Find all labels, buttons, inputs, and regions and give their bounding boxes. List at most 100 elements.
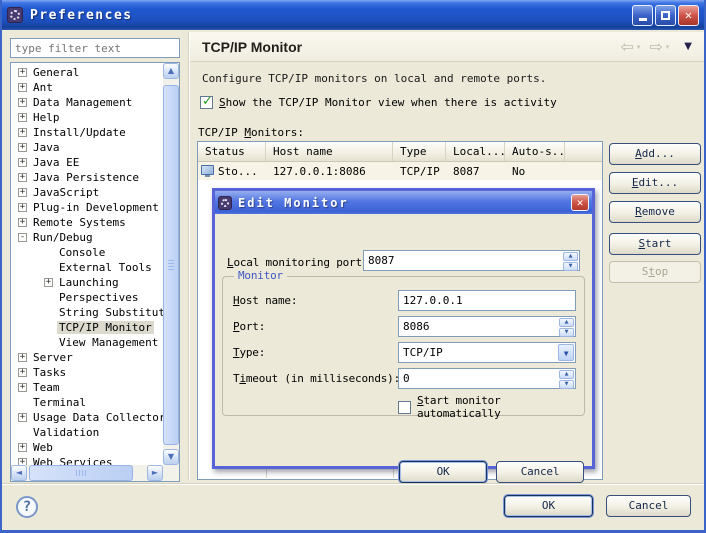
type-select-value[interactable]	[399, 343, 575, 362]
sidebar-tree-item[interactable]: + Tasks	[11, 365, 163, 380]
sidebar-tree-item[interactable]: + Ant	[11, 80, 163, 95]
scroll-up-icon[interactable]: ▲	[163, 63, 179, 79]
tree-expander-icon[interactable]: +	[18, 68, 27, 77]
type-select[interactable]: ▼	[398, 342, 576, 363]
filter-input[interactable]	[10, 38, 180, 58]
tree-item-label: Web Services	[33, 456, 113, 465]
sidebar-tree-item[interactable]: + Install/Update	[11, 125, 163, 140]
tree-expander-icon[interactable]: +	[18, 368, 27, 377]
table-column-header[interactable]: Type	[393, 142, 446, 161]
remove-button[interactable]: Remove	[609, 201, 701, 223]
sidebar-tree-item[interactable]: + JavaScript	[11, 185, 163, 200]
tree-expander-icon[interactable]: +	[18, 218, 27, 227]
help-button[interactable]: ?	[16, 496, 38, 518]
view-menu-icon[interactable]: ▼	[684, 41, 692, 52]
tree-expander-icon[interactable]: +	[18, 383, 27, 392]
spinner-down-icon[interactable]: ▼	[563, 262, 578, 271]
vertical-scroll-thumb[interactable]	[163, 85, 179, 445]
sidebar-tree-item[interactable]: + Data Management	[11, 95, 163, 110]
table-column-header[interactable]: Status	[198, 142, 266, 161]
tree-expander-icon[interactable]: +	[18, 113, 27, 122]
spinner-up-icon[interactable]: ▲	[563, 252, 578, 261]
back-icon[interactable]: ⇦	[620, 37, 633, 56]
sidebar-tree-item[interactable]: + Help	[11, 110, 163, 125]
add-button[interactable]: Add...	[609, 143, 701, 165]
maximize-button[interactable]	[655, 4, 676, 26]
sidebar-tree-item[interactable]: Terminal	[11, 395, 163, 410]
sidebar-tree-item[interactable]: + Server	[11, 350, 163, 365]
sidebar-tree-item[interactable]: + Java EE	[11, 155, 163, 170]
spinner-up-icon[interactable]: ▲	[559, 318, 574, 327]
sidebar-tree-item[interactable]: + Web	[11, 440, 163, 455]
sidebar-tree-item[interactable]: TCP/IP Monitor	[11, 320, 163, 335]
dialog-close-button[interactable]: ✕	[571, 194, 589, 211]
preferences-tree-box: + General + Ant + Data Management + Help…	[10, 62, 180, 482]
tree-expander-icon[interactable]: +	[18, 98, 27, 107]
minimize-button[interactable]	[632, 4, 653, 26]
scroll-down-icon[interactable]: ▼	[163, 449, 179, 465]
scroll-right-icon[interactable]: ►	[147, 465, 163, 481]
tree-expander-icon[interactable]: +	[18, 173, 27, 182]
sidebar-tree-item[interactable]: - Run/Debug	[11, 230, 163, 245]
sidebar-tree-item[interactable]: + Java	[11, 140, 163, 155]
sidebar-tree-item[interactable]: + Web Services	[11, 455, 163, 465]
tree-expander-icon[interactable]: -	[18, 233, 27, 242]
tree-expander-icon[interactable]: +	[18, 413, 27, 422]
tree-expander-icon[interactable]: +	[18, 458, 27, 465]
spinner-down-icon[interactable]: ▼	[559, 328, 574, 337]
forward-dropdown-icon[interactable]: ▾	[666, 43, 670, 51]
horizontal-scroll-thumb[interactable]	[29, 465, 133, 481]
table-column-header[interactable]: Auto-s...	[505, 142, 565, 161]
tree-item-label: Terminal	[33, 396, 86, 409]
timeout-input[interactable]	[399, 369, 575, 388]
tree-expander-icon[interactable]: +	[18, 143, 27, 152]
host-name-input[interactable]	[399, 291, 575, 310]
monitor-table-row[interactable]: Sto... 127.0.0.1:8086 TCP/IP 8087 No	[198, 162, 602, 180]
close-button[interactable]: ✕	[678, 4, 699, 26]
dialog-cancel-button[interactable]: Cancel	[496, 461, 584, 483]
port-input[interactable]	[399, 317, 575, 336]
cancel-button[interactable]: Cancel	[606, 495, 691, 517]
sidebar-tree-item[interactable]: External Tools	[11, 260, 163, 275]
sidebar-tree-item[interactable]: Console	[11, 245, 163, 260]
tree-expander-icon[interactable]: +	[18, 158, 27, 167]
auto-start-checkbox-label: Start monitor automatically	[417, 394, 501, 420]
sidebar-tree-item[interactable]: Perspectives	[11, 290, 163, 305]
dialog-ok-button[interactable]: OK	[399, 461, 487, 483]
sidebar-tree-item[interactable]: + General	[11, 65, 163, 80]
back-dropdown-icon[interactable]: ▾	[637, 43, 641, 51]
sidebar-tree-item[interactable]: + Usage Data Collector	[11, 410, 163, 425]
sidebar-tree-item[interactable]: String Substitution	[11, 305, 163, 320]
tree-expander-icon[interactable]: +	[18, 443, 27, 452]
ok-button[interactable]: OK	[504, 495, 593, 517]
tree-expander-icon[interactable]: +	[18, 128, 27, 137]
monitor-group-title: Monitor	[234, 269, 287, 282]
tree-expander-icon[interactable]: +	[18, 188, 27, 197]
table-column-header[interactable]: Local...	[446, 142, 505, 161]
tree-expander-icon[interactable]: +	[18, 353, 27, 362]
local-port-input[interactable]	[364, 251, 579, 270]
sidebar-tree-item[interactable]: + Team	[11, 380, 163, 395]
spinner-down-icon[interactable]: ▼	[559, 380, 574, 389]
start-button[interactable]: Start	[609, 233, 701, 255]
spinner-up-icon[interactable]: ▲	[559, 370, 574, 379]
show-view-checkbox[interactable]: ✓	[200, 94, 213, 109]
tree-expander-icon[interactable]: +	[18, 83, 27, 92]
combo-dropdown-button[interactable]: ▼	[558, 344, 574, 361]
table-column-header[interactable]: Host name	[266, 142, 393, 161]
edit-button[interactable]: Edit...	[609, 172, 701, 194]
sidebar-tree-item[interactable]: + Remote Systems	[11, 215, 163, 230]
tree-horizontal-scrollbar[interactable]: ◄ ►	[11, 465, 163, 481]
tree-item-label: Perspectives	[59, 291, 139, 304]
tree-expander-icon[interactable]: +	[18, 203, 27, 212]
tree-vertical-scrollbar[interactable]: ▲ ▼	[163, 63, 179, 465]
sidebar-tree-item[interactable]: View Management	[11, 335, 163, 350]
sidebar-tree-item[interactable]: + Launching	[11, 275, 163, 290]
sidebar-tree-item[interactable]: Validation	[11, 425, 163, 440]
forward-icon[interactable]: ⇨	[649, 37, 662, 56]
tree-expander-icon[interactable]: +	[44, 278, 53, 287]
sidebar-tree-item[interactable]: + Java Persistence	[11, 170, 163, 185]
scroll-left-icon[interactable]: ◄	[11, 465, 27, 481]
sidebar-tree-item[interactable]: + Plug-in Development	[11, 200, 163, 215]
auto-start-checkbox[interactable]: ✓	[398, 400, 411, 414]
